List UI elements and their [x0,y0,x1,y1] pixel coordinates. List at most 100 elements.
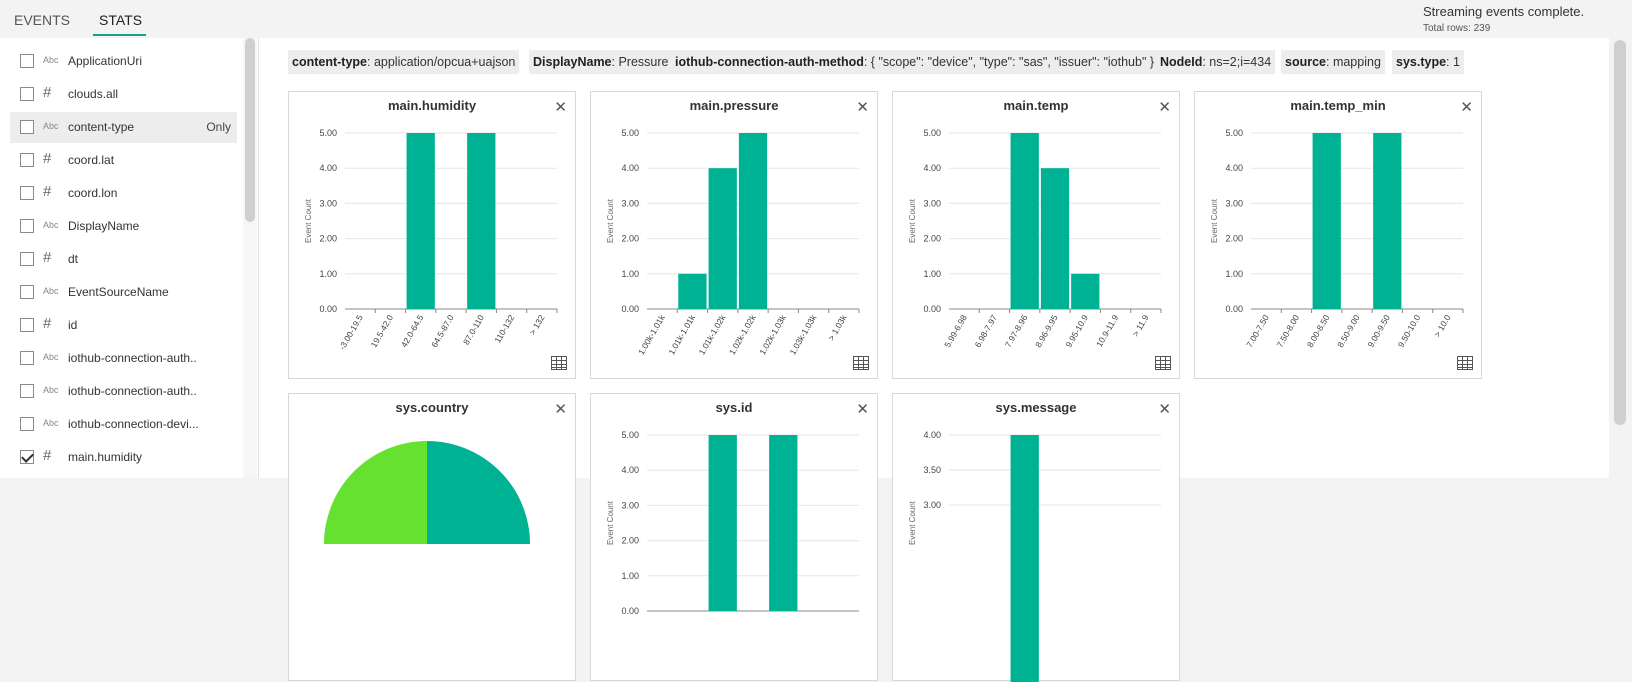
filter-pill[interactable]: sys.type: 1 [1392,50,1464,74]
property-item[interactable]: Abc ApplicationUri [10,46,237,77]
active-tab-indicator [93,34,146,36]
property-checkbox[interactable] [20,219,34,233]
y-axis-label: Event Count [908,500,917,545]
table-view-icon[interactable] [1155,356,1171,370]
filter-key: sys.type [1396,55,1447,69]
property-item[interactable]: Abc EventSourceName [10,277,237,308]
property-checkbox[interactable] [20,153,34,167]
x-tick-label: 1.02k-1.02k [727,312,758,356]
chart-card: main.temp ✕ 0.00 1.00 2.00 3.00 4.00 5.00 Event … [892,91,1180,379]
sidebar-scrollbar[interactable] [243,38,257,478]
property-checkbox[interactable] [20,384,34,398]
property-checkbox[interactable] [20,318,34,332]
y-tick-label: 1.00 [621,571,639,581]
x-tick-label: 7.00-7.50 [1244,313,1271,349]
property-checkbox[interactable] [20,351,34,365]
filter-pill[interactable]: content-type: application/opcua+uajson [288,50,520,74]
property-item[interactable]: # clouds.all [10,79,237,110]
x-tick-label: 1.01k-1.01k [666,312,697,356]
table-view-icon[interactable] [853,356,869,370]
filter-pill[interactable]: DisplayName: Pressure [529,50,673,74]
property-name: iothub-connection-devi... [68,417,199,431]
filter-value: : Pressure [611,55,669,69]
property-item[interactable]: Abc iothub-connection-auth.. [10,376,237,407]
number-type-icon: # [43,150,52,167]
table-view-icon[interactable] [551,356,567,370]
property-list: Abc ApplicationUri # clouds.all Abc content-t… [0,38,259,478]
string-type-icon: Abc [43,286,59,296]
y-tick-label: 3.00 [923,500,941,510]
y-tick-label: 5.00 [923,128,941,138]
string-type-icon: Abc [43,385,59,395]
x-tick-label: 8.00-8.50 [1305,313,1332,349]
top-bar: EVENTS STATS Streaming events complete. … [0,0,1632,38]
property-checkbox[interactable] [20,186,34,200]
filter-value: : { "scope": "device", "type": "sas", "i… [863,55,1155,69]
filter-pill[interactable]: iothub-connection-auth-method: { "scope"… [671,50,1159,74]
property-item[interactable]: Abc iothub-connection-auth.. [10,343,237,374]
property-checkbox[interactable] [20,285,34,299]
main-scrollbar[interactable] [1610,38,1630,478]
property-item[interactable]: # main.humidity [10,442,237,473]
property-name: DisplayName [68,219,140,233]
tab-events[interactable]: EVENTS [14,12,70,28]
histogram-bar [467,133,496,309]
x-tick-label: 5.99-6.98 [942,313,969,349]
y-tick-label: 3.00 [1225,198,1243,208]
x-tick-label: -3.00-19.5 [337,313,365,352]
y-tick-label: 1.00 [923,269,941,279]
property-item[interactable]: # coord.lat [10,145,237,176]
y-tick-label: 1.00 [621,269,639,279]
y-tick-label: 3.00 [923,198,941,208]
chart-card: main.humidity ✕ 0.00 1.00 2.00 3.00 4.00 5.00 Ev… [288,91,576,379]
x-tick-label: 87.0-110 [461,313,486,347]
property-item[interactable]: # coord.lon [10,178,237,209]
y-tick-label: 5.00 [319,128,337,138]
y-tick-label: 0.00 [319,304,337,314]
property-item[interactable]: Abc iothub-connection-devi... [10,409,237,440]
chart-card: main.temp_min ✕ 0.00 1.00 2.00 3.00 4.00 5.00 Ev… [1194,91,1482,379]
property-checkbox[interactable] [20,417,34,431]
chart-svg: 0.00 1.00 2.00 3.00 4.00 5.00 Event Count 5.99-… [908,128,1162,349]
y-tick-label: 3.00 [621,500,639,510]
y-tick-label: 3.00 [319,198,337,208]
tab-stats[interactable]: STATS [99,12,142,28]
x-tick-label: 9.50-10.0 [1396,313,1423,349]
x-tick-label: 1.01k-1.02k [697,312,728,356]
property-checkbox[interactable] [20,87,34,101]
y-tick-label: 0.00 [621,606,639,616]
main-scroll-thumb[interactable] [1614,40,1626,425]
x-tick-label: > 1.03k [826,312,849,342]
y-tick-label: 0.00 [923,304,941,314]
property-checkbox[interactable] [20,252,34,266]
property-checkbox[interactable] [20,54,34,68]
filter-value: : mapping [1326,55,1381,69]
x-tick-label: > 11.9 [1130,313,1150,338]
string-type-icon: Abc [43,352,59,362]
y-tick-label: 0.00 [621,304,639,314]
property-item[interactable]: Abc DisplayName [10,211,237,242]
y-tick-label: 2.00 [1225,234,1243,244]
property-item[interactable]: Abc content-type Only [10,112,237,143]
filter-pill[interactable]: NodeId: ns=2;i=434 [1156,50,1276,74]
status-message: Streaming events complete. [1423,4,1585,19]
property-checkbox[interactable] [20,120,34,134]
y-tick-label: 5.00 [1225,128,1243,138]
table-view-icon[interactable] [1457,356,1473,370]
chart-card: main.pressure ✕ 0.00 1.00 2.00 3.00 4.00 5.00 Ev… [590,91,878,379]
property-item[interactable]: # dt [10,244,237,275]
property-checkbox[interactable] [20,450,34,464]
x-tick-label: 7.97-8.96 [1003,313,1030,349]
chart-svg: 0.00 1.00 2.00 3.00 4.00 5.00 Event Count 1.00k… [606,128,860,356]
property-item[interactable]: # id [10,310,237,341]
property-name: coord.lat [68,153,115,167]
x-tick-label: 1.02k-1.03k [757,312,788,356]
property-name: dt [68,252,79,266]
sidebar-scroll-thumb[interactable] [245,38,255,222]
only-button[interactable]: Only [206,120,231,134]
filter-pill[interactable]: source: mapping [1281,50,1385,74]
property-name: ApplicationUri [68,54,143,68]
histogram-bar [769,435,798,611]
histogram-bar [1010,435,1039,682]
property-name: coord.lon [68,186,118,200]
